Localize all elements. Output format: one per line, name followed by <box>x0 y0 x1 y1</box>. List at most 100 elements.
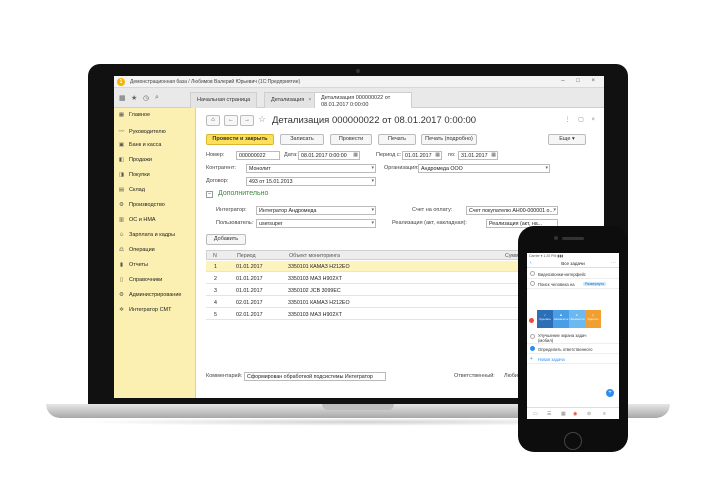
people-icon: ☺ <box>118 232 125 238</box>
sidebar-item-main[interactable]: ▦ Главное <box>118 112 194 122</box>
do-action-button[interactable]: ✓ Сделать <box>537 310 553 328</box>
sections-grid-icon[interactable]: ▦ <box>119 94 126 102</box>
period-from-field[interactable]: 01.01.2017 ▦ <box>402 151 442 160</box>
block-icon[interactable]: ⊘ <box>587 411 591 417</box>
tab-document[interactable]: Детализация 000000022 от 08.01.2017 0:00… <box>314 92 412 109</box>
delete-action-button[interactable]: ▯ Удалить <box>585 310 601 328</box>
post-button[interactable]: Провести <box>330 134 372 145</box>
assign-action-button[interactable]: ♟ Назначить <box>553 310 569 328</box>
new-task-row[interactable]: + Новая задача <box>527 354 619 364</box>
form-window-controls[interactable]: ⋮ ▢ × <box>564 116 598 123</box>
sidebar-item-reports[interactable]: ▮ Отчеты <box>118 262 194 272</box>
number-field[interactable]: 000000022 <box>236 151 280 160</box>
chevron-down-icon[interactable]: ▾ <box>371 220 374 226</box>
table-row[interactable]: 3 01.01.2017 3350102 JCB 3099ЕС <box>206 285 548 296</box>
table-row[interactable]: 5 02.01.2017 3350103 МАЗ Н902ХТ <box>206 309 548 320</box>
calendar-icon[interactable]: ▦ <box>491 152 496 158</box>
task-row[interactable]: Определить ответственного <box>527 344 619 354</box>
favorite-star-icon[interactable]: ☆ <box>258 114 266 125</box>
section-additional-title[interactable]: Дополнительно <box>218 190 268 197</box>
section-collapse-icon[interactable]: – <box>206 191 213 198</box>
sidebar-item-warehouse[interactable]: ▤ Склад <box>118 187 194 197</box>
period-to-field[interactable]: 31.01.2017 ▦ <box>458 151 498 160</box>
operations-icon: ⚖ <box>119 247 124 253</box>
sidebar-item-sales[interactable]: ◧ Продажи <box>118 157 194 167</box>
sidebar-item-purchases[interactable]: ◨ Покупки <box>118 172 194 182</box>
more-button-label: Еще <box>559 136 571 142</box>
task-checkbox[interactable] <box>530 334 535 339</box>
task-checkbox[interactable] <box>530 281 535 286</box>
chevron-down-icon[interactable]: ▾ <box>553 207 556 213</box>
tab-home[interactable]: Начальная страница <box>190 92 258 108</box>
favorites-star-icon[interactable]: ★ <box>131 94 137 102</box>
organization-field[interactable]: Андромеда ООО ▾ <box>418 164 550 173</box>
sidebar-item-director[interactable]: 〰 Руководителю <box>118 127 194 137</box>
sidebar-item-assets[interactable]: ▥ ОС и НМА <box>118 217 194 227</box>
organization-value: Андромеда ООО <box>421 166 463 172</box>
task-checkbox-checked[interactable] <box>530 346 535 351</box>
table-row[interactable]: 4 02.01.2017 3350101 КАМАЗ Н212ЕО <box>206 297 548 308</box>
more-button[interactable]: Еще ▾ <box>548 134 586 145</box>
sidebar-item-integrator[interactable]: ✲ Интегратор СМТ <box>118 307 194 317</box>
task-row[interactable]: Видеозвонки-интерфейс <box>527 269 619 279</box>
user-field[interactable]: usersuper ▾ <box>256 219 376 228</box>
column-header-period[interactable]: Период <box>237 253 256 259</box>
column-header-n[interactable]: N <box>213 253 217 259</box>
counterparty-field[interactable]: Монолит ▾ <box>246 164 376 173</box>
cell-n: 1 <box>214 264 217 270</box>
print-button[interactable]: Печать <box>378 134 416 145</box>
chevron-down-icon[interactable]: ▾ <box>545 165 548 171</box>
calendar-icon[interactable]: ▦ <box>435 152 440 158</box>
sidebar-item-operations[interactable]: ⚖ Операции <box>118 247 194 257</box>
task-checkbox[interactable] <box>530 271 535 276</box>
save-button[interactable]: Записать <box>280 134 324 145</box>
warehouse-icon: ▤ <box>118 187 125 193</box>
sidebar-item-salary[interactable]: ☺ Зарплата и кадры <box>118 232 194 242</box>
period-to-value: 31.01.2017 <box>461 153 488 159</box>
phone-home-button[interactable] <box>564 432 582 450</box>
tab-detailing[interactable]: Детализация × <box>264 92 319 108</box>
menu-icon[interactable]: ≡ <box>603 411 606 417</box>
sidebar-item-bank[interactable]: ▣ Банк и касса <box>118 142 194 152</box>
calendar-icon[interactable]: ▦ <box>353 152 358 158</box>
laptop-notch <box>322 404 394 410</box>
search-icon[interactable]: ⌕ <box>155 94 159 102</box>
record-icon[interactable]: ◉ <box>573 411 577 417</box>
sidebar-item-admin[interactable]: ⚙ Администрирование <box>118 292 194 302</box>
task-row[interactable]: Поиск человека на Развернуто <box>527 279 619 289</box>
sidebar-item-production[interactable]: ⚙ Производство <box>118 202 194 212</box>
cell-object: 3350103 МАЗ Н902ХТ <box>288 312 343 318</box>
more-icon[interactable]: ⋯ <box>611 260 616 266</box>
table-row[interactable]: 2 01.01.2017 3350103 МАЗ Н902ХТ <box>206 273 548 284</box>
tabs-bar: ▦ ★ ◷ ⌕ Начальная страница Детализация × … <box>114 88 604 109</box>
post-and-close-button[interactable]: Провести и закрыть <box>206 134 274 145</box>
table-row[interactable]: 1 01.01.2017 3350101 КАМАЗ Н212ЕО <box>206 261 548 272</box>
task-row[interactable]: Улучшение экрана задач (мобил) <box>527 330 619 344</box>
sidebar: ▦ Главное 〰 Руководителю ▣ Банк и касса ◧ Пр… <box>114 108 196 398</box>
integrator-field[interactable]: Интегратор Андромеда ▾ <box>256 206 376 215</box>
chevron-down-icon[interactable]: ▾ <box>371 207 374 213</box>
column-header-object[interactable]: Объект мониторинга <box>289 253 340 259</box>
print-detailed-button[interactable]: Печать (подробно) <box>421 134 477 145</box>
home-button[interactable]: ⌂ <box>206 115 220 126</box>
contract-field[interactable]: 493 от 15.01.2013 ▾ <box>246 177 376 186</box>
list-icon[interactable]: ☰ <box>547 411 551 417</box>
move-action-button[interactable]: ➤ Перенести <box>569 310 585 328</box>
close-icon[interactable]: × <box>308 97 311 103</box>
chevron-down-icon[interactable]: ▾ <box>371 178 374 184</box>
calendar-icon[interactable]: ▦ <box>561 411 566 417</box>
comment-field[interactable]: Сформирован обработкой подсистемы Интегр… <box>244 372 386 381</box>
chat-icon[interactable]: ▭ <box>533 411 538 417</box>
add-row-button[interactable]: Добавить <box>206 234 246 245</box>
add-task-fab[interactable]: + <box>606 389 614 397</box>
invoice-field[interactable]: Счет покупателю АН00-000001 о... ▾ <box>466 206 558 215</box>
forward-button[interactable]: → <box>240 115 254 126</box>
sidebar-item-references[interactable]: ▯ Справочники <box>118 277 194 287</box>
chevron-down-icon[interactable]: ▾ <box>371 165 374 171</box>
tab-document-label: Детализация 000000022 от 08.01.2017 0:00… <box>321 95 391 108</box>
date-field[interactable]: 08.01.2017 0:00:00 ▦ <box>298 151 360 160</box>
window-controls[interactable]: – □ × <box>561 78 600 84</box>
integrator-value: Интегратор Андромеда <box>259 208 317 214</box>
back-button[interactable]: ← <box>224 115 238 126</box>
history-icon[interactable]: ◷ <box>143 94 149 102</box>
